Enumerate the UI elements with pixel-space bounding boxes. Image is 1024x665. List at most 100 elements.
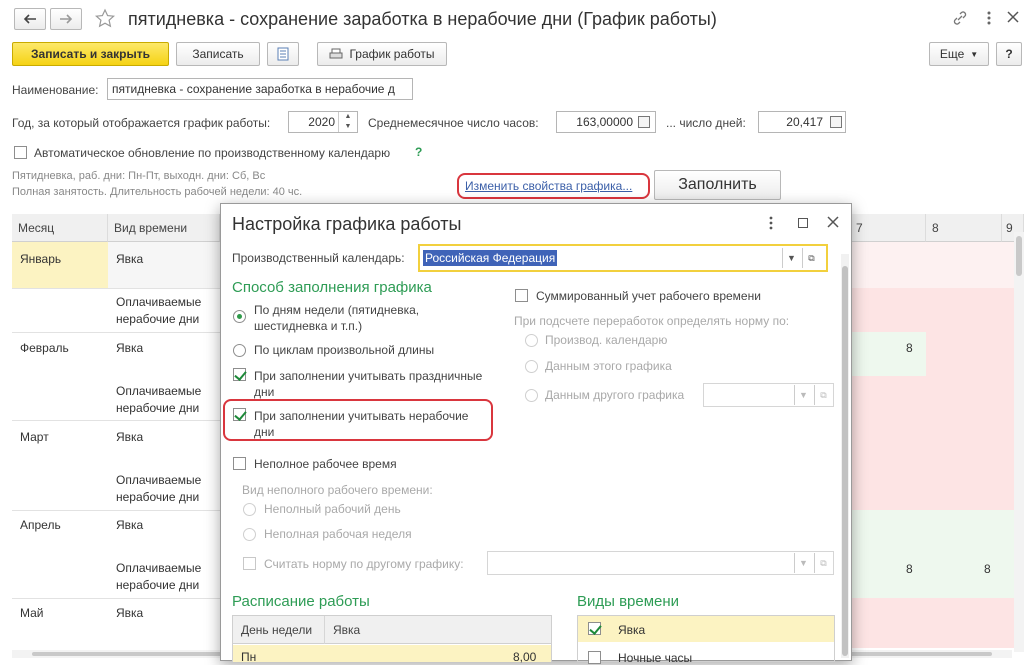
menu-dots-icon[interactable] (986, 10, 992, 26)
change-properties-link[interactable]: Изменить свойства графика... (465, 179, 632, 193)
holiday-cell[interactable] (850, 376, 1024, 420)
days-label: ... число дней: (666, 116, 746, 130)
save-and-close-button[interactable]: Записать и закрыть (12, 42, 169, 66)
year-stepper[interactable]: ▲ ▼ (338, 112, 357, 132)
fill-button[interactable]: Заполнить (654, 170, 781, 200)
other-sched-field[interactable]: ▼ ⧉ (703, 383, 834, 407)
open-icon[interactable]: ⧉ (814, 553, 832, 573)
radio-other-sched-label: Данным другого графика (545, 388, 685, 402)
value-cell[interactable]: 8 (906, 341, 913, 355)
holiday-cell[interactable] (850, 598, 1024, 648)
summary-checkbox[interactable] (515, 289, 528, 302)
help-question-icon[interactable]: ? (415, 145, 422, 159)
radio-this-sched[interactable] (525, 360, 538, 373)
value-cell[interactable]: 8 (906, 562, 913, 576)
info-line-2: Полная занятость. Длительность рабочей н… (12, 186, 303, 198)
holiday-cell[interactable] (850, 242, 1024, 288)
workday-cell[interactable] (850, 332, 926, 376)
dialog-scrollbar[interactable] (841, 254, 849, 658)
dropdown-arrow-icon[interactable]: ▼ (794, 553, 812, 573)
holiday-cell[interactable] (850, 420, 1024, 510)
type-cell: Явка (116, 518, 144, 532)
radio-cycles[interactable] (233, 344, 246, 357)
sched-row-day: Пн (241, 650, 257, 664)
schedule-label: График работы (349, 47, 435, 61)
radio-other-sched[interactable] (525, 389, 538, 402)
workday-cell[interactable] (850, 510, 1024, 554)
column-8-header[interactable]: 8 (926, 214, 1002, 242)
dropdown-arrow-icon: ▼ (970, 49, 979, 59)
type-cell: Явка (116, 606, 144, 620)
open-icon[interactable]: ⧉ (802, 248, 820, 268)
list-item[interactable] (578, 616, 834, 642)
favorite-star-icon[interactable] (94, 8, 116, 30)
info-line-1: Пятидневка, раб. дни: Пн-Пт, выходн. дни… (12, 170, 266, 182)
value-cell[interactable]: 8 (984, 562, 991, 576)
holiday-cell[interactable] (926, 332, 1024, 376)
vertical-scrollbar[interactable] (1014, 232, 1024, 652)
month-cell: Январь (20, 252, 62, 266)
calendar-value: Российская Федерация (423, 250, 558, 266)
forward-button[interactable] (50, 8, 82, 30)
sched-col-day[interactable]: День недели (241, 623, 312, 637)
nonworking-label: При заполнении учитывать нерабочие дни (254, 409, 469, 439)
name-label: Наименование: (12, 83, 99, 97)
holidays-checkbox[interactable] (233, 368, 246, 381)
open-icon[interactable]: ⧉ (814, 385, 832, 405)
table-divider (12, 510, 220, 511)
schedule-button[interactable]: График работы (317, 42, 447, 66)
norm-other-label: Считать норму по другому графику: (264, 557, 464, 571)
calendar-field[interactable]: Российская Федерация ▼ ⧉ (418, 244, 828, 272)
name-field[interactable]: пятидневка - сохранение заработка в нера… (107, 78, 413, 100)
dropdown-arrow-icon[interactable]: ▼ (794, 385, 812, 405)
schedule-settings-dialog: Настройка графика работы Производственны… (220, 203, 852, 665)
maximize-icon[interactable] (798, 218, 808, 228)
norm-other-field[interactable]: ▼ ⧉ (487, 551, 834, 575)
column-month-header[interactable]: Месяц (12, 214, 108, 242)
calculator-icon[interactable] (638, 116, 650, 128)
column-type-header[interactable]: Вид времени (108, 214, 220, 242)
radio-partweek[interactable] (243, 528, 256, 541)
time-type-2-checkbox[interactable] (588, 651, 601, 664)
save-and-close-label: Записать и закрыть (31, 47, 150, 61)
type-cell: Явка (116, 341, 144, 355)
document-list-icon (277, 47, 289, 61)
auto-update-checkbox[interactable] (14, 146, 27, 159)
time-type-1-checkbox[interactable] (588, 622, 601, 635)
dropdown-arrow-icon[interactable]: ▼ (782, 248, 800, 268)
report-button[interactable] (267, 42, 299, 66)
parttime-kind-label: Вид неполного рабочего времени: (242, 483, 433, 497)
sched-row-value[interactable]: 8,00 (513, 650, 536, 664)
sched-col-attend[interactable]: Явка (333, 623, 360, 637)
radio-this-sched-label: Данным этого графика (545, 359, 672, 373)
table-divider (12, 288, 220, 289)
save-label: Записать (192, 47, 244, 61)
more-button[interactable]: Еще ▼ (929, 42, 989, 66)
column-7-header[interactable]: 7 (850, 214, 926, 242)
radio-partday[interactable] (243, 503, 256, 516)
schedule-table: День недели Явка Пн 8,00 (232, 615, 552, 664)
nonworking-checkbox[interactable] (233, 408, 246, 421)
back-button[interactable] (14, 8, 46, 30)
link-icon[interactable] (952, 10, 968, 26)
type-cell: Явка (116, 252, 144, 266)
help-label: ? (1005, 47, 1013, 61)
auto-update-label: Автоматическое обновление по производств… (34, 146, 391, 160)
parttime-label: Неполное рабочее время (254, 457, 397, 471)
radio-weekdays[interactable] (233, 310, 246, 323)
close-icon[interactable] (1006, 10, 1020, 24)
workday-cell[interactable] (850, 554, 1024, 598)
help-button[interactable]: ? (996, 42, 1022, 66)
radio-prod-cal[interactable] (525, 334, 538, 347)
fill-label: Заполнить (678, 176, 757, 193)
close-icon[interactable] (827, 216, 839, 228)
save-button[interactable]: Записать (176, 42, 260, 66)
menu-dots-icon[interactable] (769, 216, 773, 230)
parttime-checkbox[interactable] (233, 457, 246, 470)
window-title: пятидневка - сохранение заработка в нера… (128, 9, 717, 29)
norm-other-checkbox[interactable] (243, 557, 256, 570)
holiday-cell[interactable] (850, 288, 1024, 332)
holidays-label: При заполнении учитывать праздничные дни (254, 369, 483, 399)
sched-row[interactable] (233, 645, 551, 662)
calculator-icon[interactable] (830, 116, 842, 128)
